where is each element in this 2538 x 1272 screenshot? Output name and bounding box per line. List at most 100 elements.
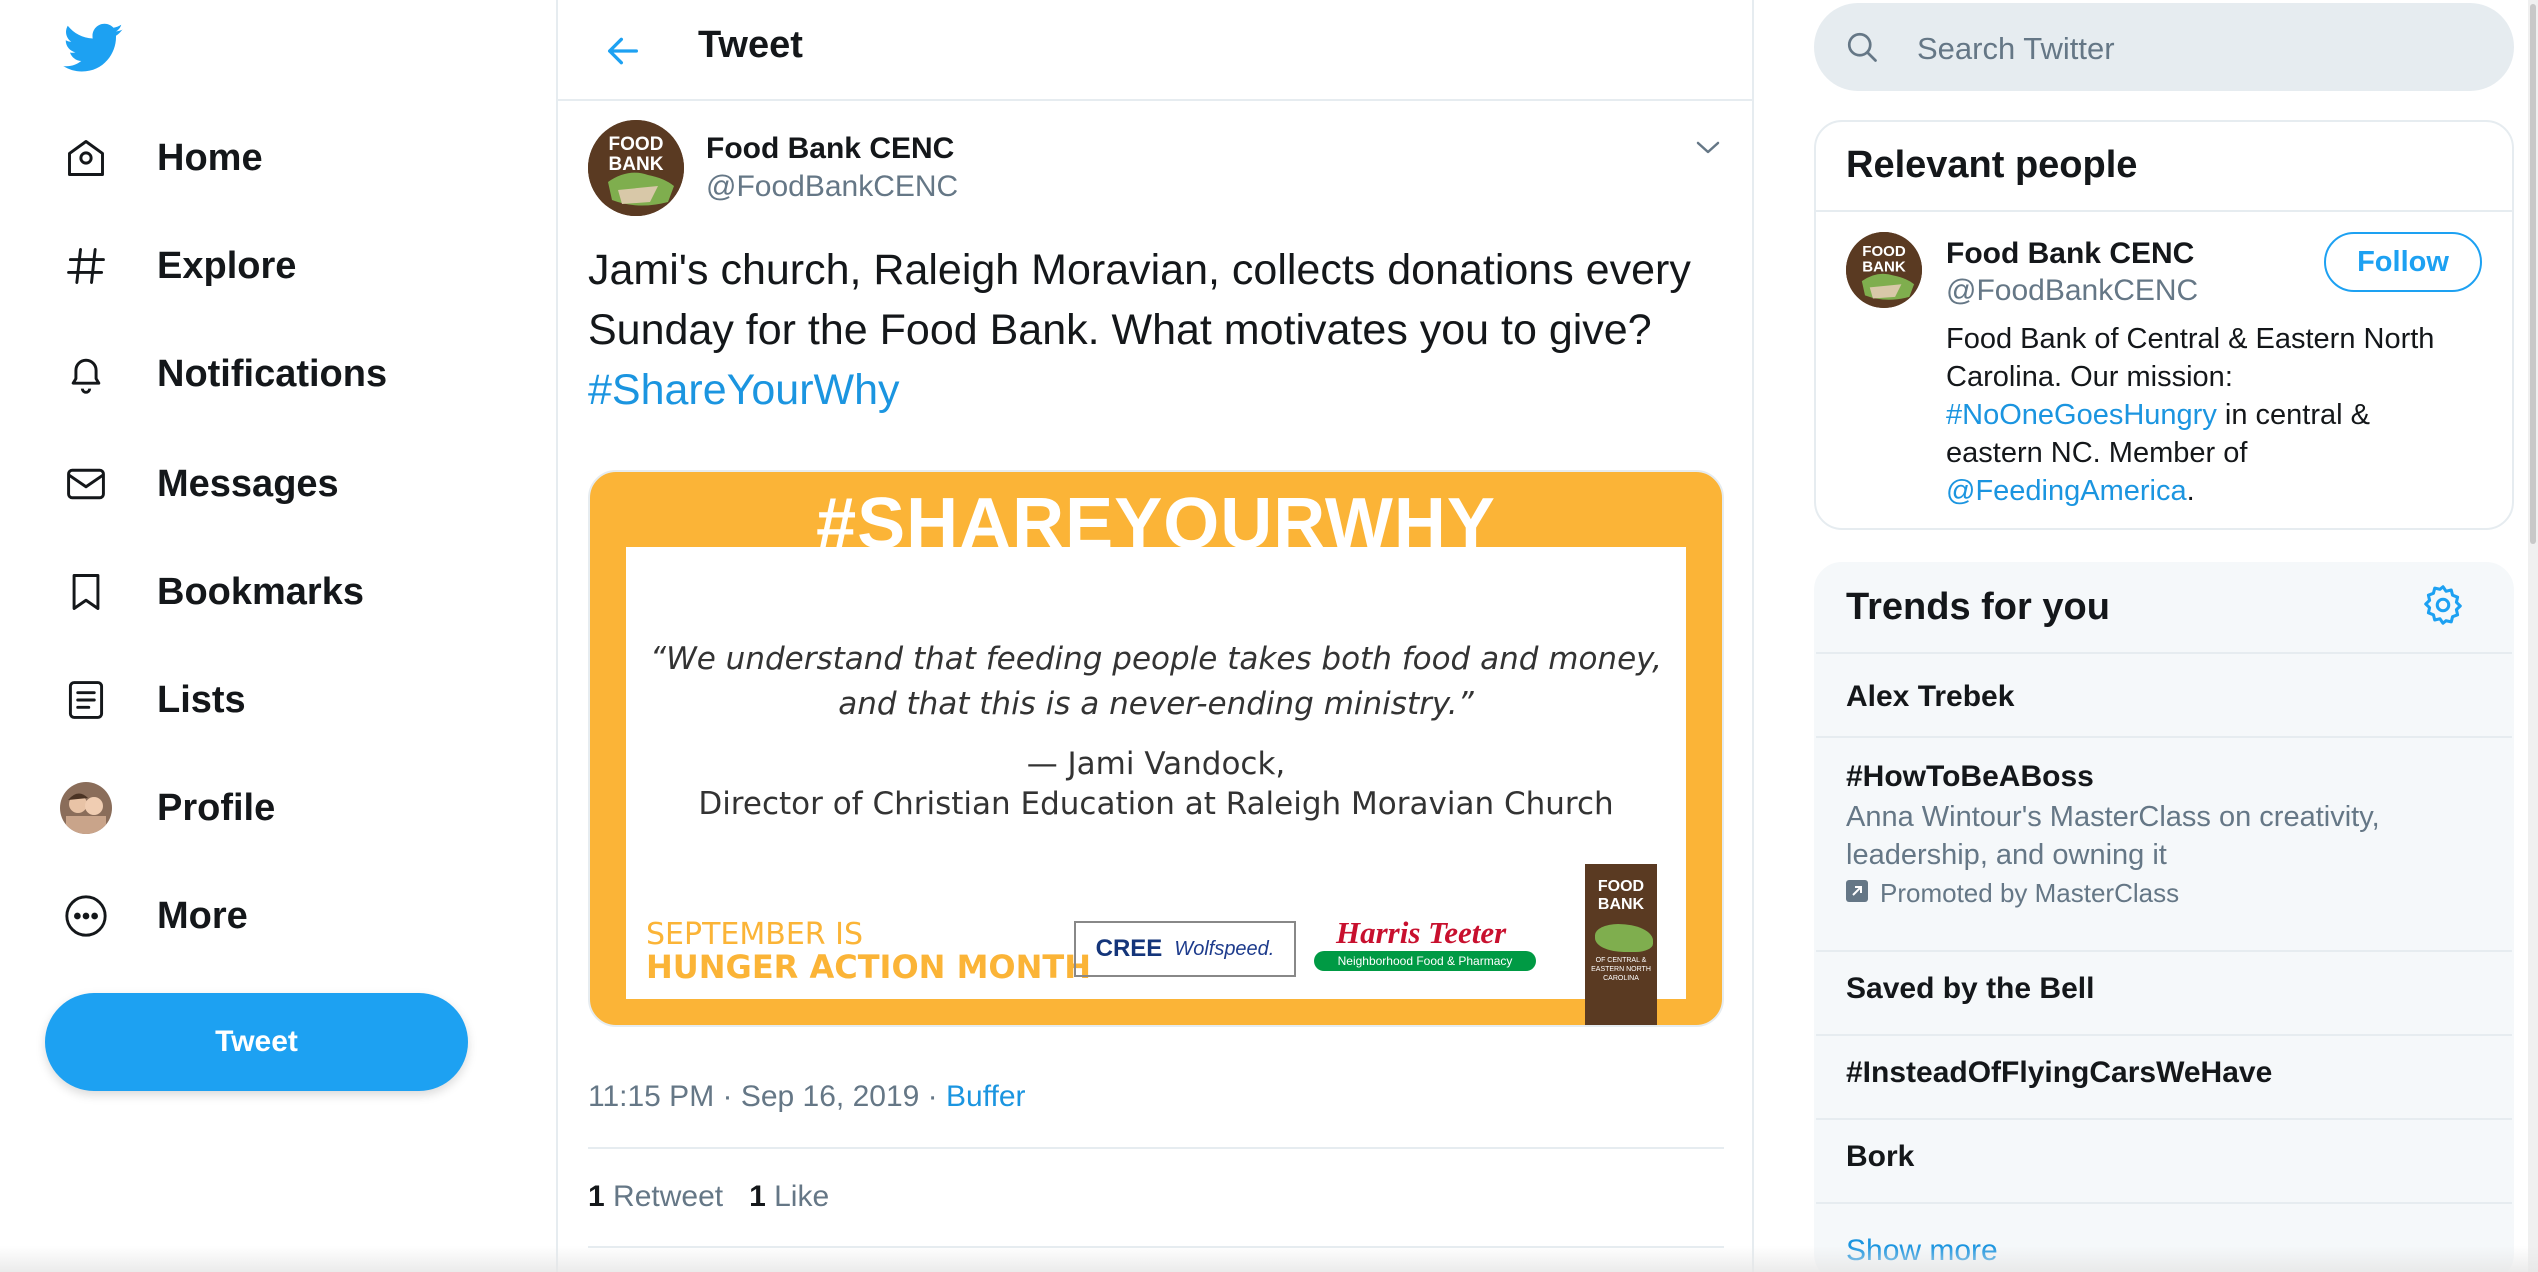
author-name[interactable]: Food Bank CENC — [706, 132, 954, 166]
trend-item[interactable]: Alex Trebek — [1816, 652, 2512, 736]
like-label: Like — [774, 1180, 830, 1213]
tweet-detail-column: Tweet FOOD BANK Food Bank CENC @FoodBankC… — [556, 0, 1754, 1272]
relevant-avatar[interactable]: FOOD BANK — [1846, 232, 1922, 308]
bell-icon — [60, 348, 112, 400]
nav-lists-label: Lists — [157, 678, 246, 721]
trend-item[interactable]: Bork — [1816, 1118, 2512, 1202]
nav-more-label: More — [157, 894, 248, 937]
like-count: 1 — [749, 1180, 766, 1213]
relevant-people-title: Relevant people — [1846, 144, 2138, 186]
author-avatar[interactable]: FOOD BANK — [588, 120, 684, 216]
nav-bookmarks[interactable]: Bookmarks — [60, 552, 364, 632]
retweet-label: Retweet — [613, 1180, 724, 1213]
tweet-image[interactable]: #SHAREYOURWHY “We understand that feedin… — [588, 470, 1724, 1027]
sept-line-2: HUNGER ACTION MONTH — [646, 948, 1091, 986]
image-headline: #SHAREYOURWHY — [816, 484, 1496, 550]
like-stat[interactable]: 1 Like — [749, 1180, 829, 1214]
svg-text:BANK: BANK — [609, 154, 664, 175]
back-arrow-icon[interactable] — [598, 26, 648, 76]
search-input[interactable]: Search Twitter — [1814, 3, 2514, 91]
wolfspeed-logo-text: Wolfspeed. — [1174, 937, 1275, 960]
attribution-line-1: — Jami Vandock, — [1026, 746, 1286, 782]
column-header: Tweet — [558, 0, 1752, 101]
hashtag-link[interactable]: #ShareYourWhy — [588, 366, 900, 414]
bio-hashtag-link[interactable]: #NoOneGoesHungry — [1946, 399, 2217, 431]
image-quote-card: “We understand that feeding people takes… — [626, 547, 1686, 999]
relevant-people-panel: Relevant people FOOD BANK Food Bank CENC … — [1814, 120, 2514, 530]
svg-text:FOOD: FOOD — [609, 134, 664, 155]
tweet-stats: 1 Retweet 1 Like — [588, 1180, 829, 1214]
harris-teeter-logo: Harris Teeter Neighborhood Food & Pharma… — [1306, 915, 1536, 975]
harris-teeter-text: Harris Teeter — [1336, 915, 1507, 950]
tweet-source-link[interactable]: Buffer — [946, 1080, 1026, 1113]
trend-name: Alex Trebek — [1846, 680, 2015, 713]
nav-notifications[interactable]: Notifications — [60, 334, 387, 414]
bio-mention-link[interactable]: @FeedingAmerica — [1946, 475, 2187, 507]
promoted-icon — [1846, 878, 1868, 909]
trend-item[interactable]: Saved by the Bell — [1816, 950, 2512, 1034]
search-icon — [1844, 29, 1880, 65]
trend-item[interactable]: #InsteadOfFlyingCarsWeHave — [1816, 1034, 2512, 1118]
bio-text-1: Food Bank of Central & Eastern North Car… — [1946, 323, 2435, 393]
nav-profile[interactable]: Profile — [60, 768, 275, 848]
nav-explore[interactable]: Explore — [60, 226, 296, 306]
nav-home[interactable]: Home — [60, 118, 263, 198]
trend-name: #HowToBeABoss — [1846, 760, 2094, 793]
trend-name: Bork — [1846, 1140, 1915, 1173]
hunger-action-month-label: SEPTEMBER IS HUNGER ACTION MONTH — [646, 917, 1091, 986]
image-quote: “We understand that feeding people takes… — [626, 637, 1686, 727]
nav-lists[interactable]: Lists — [60, 660, 246, 740]
promoted-text: Promoted by MasterClass — [1880, 878, 2180, 908]
tweet-timestamp: 11:15 PM · Sep 16, 2019 · Buffer — [588, 1080, 1026, 1114]
promoted-label: Promoted by MasterClass — [1846, 878, 2179, 909]
nav-profile-label: Profile — [157, 786, 276, 829]
trends-panel: Trends for you Alex Trebek #HowToBeABoss… — [1814, 562, 2514, 1272]
twitter-logo-icon[interactable] — [62, 18, 126, 78]
envelope-icon — [60, 458, 112, 510]
list-icon — [60, 674, 112, 726]
cree-logo-text: CREE — [1095, 935, 1163, 962]
follow-button[interactable]: Follow — [2324, 232, 2482, 292]
attribution-line-2: Director of Christian Education at Ralei… — [698, 786, 1614, 822]
page-title: Tweet — [698, 24, 803, 66]
left-navigation: Home Explore Notifications Messages Book… — [0, 0, 556, 1272]
home-icon — [60, 132, 112, 184]
right-sidebar: Search Twitter Relevant people FOOD BANK … — [1814, 0, 2538, 1272]
sept-line-1: SEPTEMBER IS — [646, 917, 864, 952]
retweet-stat[interactable]: 1 Retweet — [588, 1180, 723, 1214]
author-handle[interactable]: @FoodBankCENC — [706, 170, 958, 204]
svg-text:FOOD: FOOD — [1862, 243, 1906, 260]
harris-teeter-tagline: Neighborhood Food & Pharmacy — [1314, 951, 1536, 971]
retweet-count: 1 — [588, 1180, 605, 1213]
chevron-down-icon[interactable] — [1688, 132, 1728, 162]
relevant-bio: Food Bank of Central & Eastern North Car… — [1946, 320, 2466, 510]
search-placeholder: Search Twitter — [1917, 31, 2115, 66]
divider — [1816, 210, 2512, 212]
more-icon — [60, 890, 112, 942]
scrollbar-thumb[interactable] — [2530, 4, 2536, 544]
nav-more[interactable]: More — [60, 876, 248, 956]
relevant-handle[interactable]: @FoodBankCENC — [1946, 274, 2198, 308]
trend-description: Anna Wintour's MasterClass on creativity… — [1846, 801, 2380, 871]
nav-bookmarks-label: Bookmarks — [157, 570, 364, 613]
trend-name: Saved by the Bell — [1846, 972, 2095, 1005]
svg-text:BANK: BANK — [1862, 259, 1906, 276]
nav-messages-label: Messages — [157, 462, 339, 505]
nav-messages[interactable]: Messages — [60, 444, 339, 524]
bookmark-icon — [60, 566, 112, 618]
cree-wolfspeed-logo: CREE Wolfspeed. — [1074, 921, 1296, 977]
nc-map-icon — [1595, 924, 1653, 952]
tweet-time[interactable]: 11:15 PM · Sep 16, 2019 · — [588, 1080, 946, 1113]
trend-item[interactable]: #HowToBeABoss Anna Wintour's MasterClass… — [1816, 736, 2512, 916]
quote-line-1: “We understand that feeding people takes… — [650, 641, 1662, 677]
hashtag-icon — [60, 240, 112, 292]
food-bank-logo-text: FOOD BANK — [1597, 878, 1645, 913]
food-bank-logo: FOOD BANK OF CENTRAL & EASTERN NORTH CAR… — [1585, 864, 1657, 1025]
divider — [588, 1147, 1724, 1149]
compose-tweet-button[interactable]: Tweet — [45, 993, 468, 1091]
nav-explore-label: Explore — [157, 244, 297, 287]
gear-icon[interactable] — [2420, 582, 2470, 632]
relevant-name[interactable]: Food Bank CENC — [1946, 237, 2194, 271]
trend-name: #InsteadOfFlyingCarsWeHave — [1846, 1056, 2273, 1089]
food-bank-logo-subtext: OF CENTRAL & EASTERN NORTH CAROLINA — [1591, 957, 1651, 982]
